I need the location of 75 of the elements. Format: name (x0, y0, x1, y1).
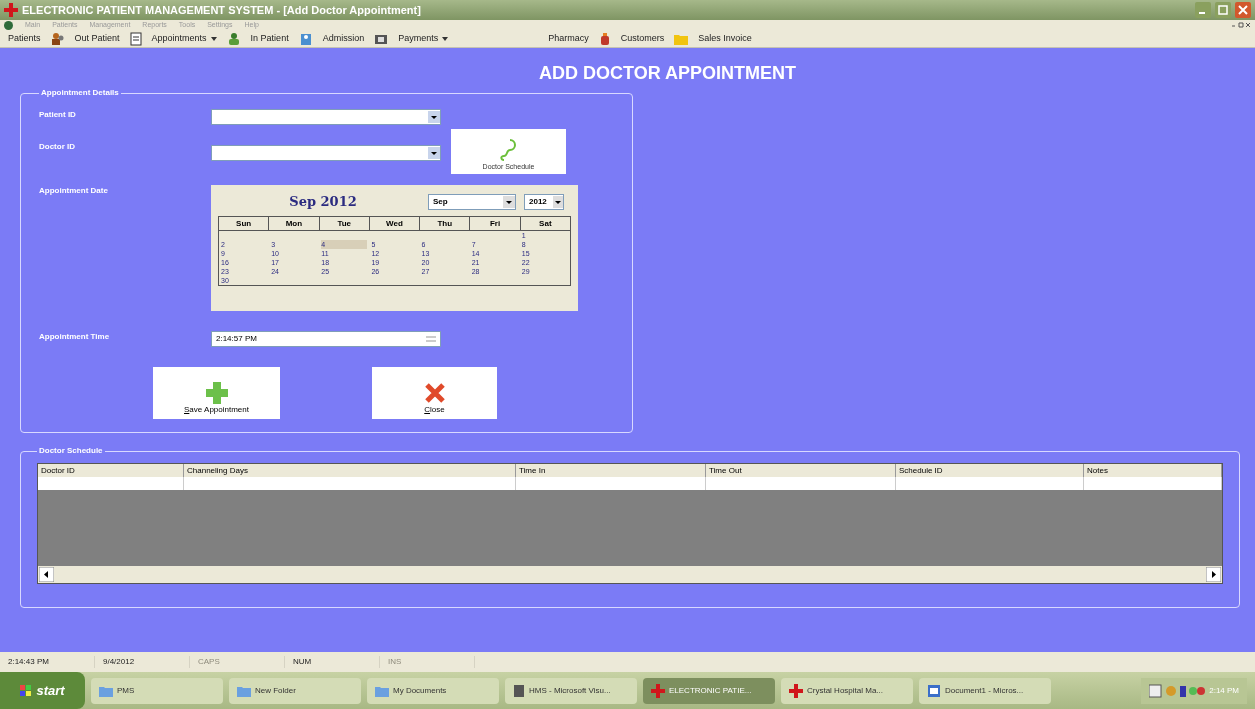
toolbar-button[interactable]: Out Patient (74, 31, 120, 46)
windows-logo-icon (20, 684, 33, 697)
weekday-header: Mon (268, 217, 319, 230)
close-icon (423, 382, 446, 404)
clock: 2:14 PM (1209, 684, 1239, 697)
status-panel: CAPS (190, 656, 285, 668)
status-panel: INS (380, 656, 475, 668)
app-icon (513, 683, 525, 698)
person-icon (226, 31, 241, 46)
doctor-id-dropdown[interactable] (211, 145, 441, 161)
field-label: Appointment Time (39, 331, 111, 343)
status-panel: 2:14:43 PM (0, 656, 95, 668)
stethoscope-icon (499, 137, 518, 162)
folder-icon (99, 684, 113, 697)
minimize-icon[interactable] (1195, 2, 1211, 18)
taskbar-button[interactable]: Document1 - Micros... (919, 677, 1051, 704)
field-label: Doctor ID (39, 141, 76, 153)
plus-icon (205, 382, 228, 404)
taskbar-button[interactable]: PMS (91, 677, 223, 704)
globe-icon (4, 20, 13, 30)
cross-icon (4, 3, 18, 17)
time-picker[interactable]: 2:14:57 PM (211, 331, 441, 347)
page-heading: ADD DOCTOR APPOINTMENT (539, 62, 796, 84)
toolbar-button[interactable]: In Patient (250, 31, 289, 46)
horizontal-scrollbar[interactable] (38, 566, 1222, 583)
mdi-controls-icon[interactable] (1231, 21, 1251, 29)
weekday-header: Thu (419, 217, 470, 230)
start-button[interactable]: start (0, 672, 85, 709)
toolbar-button[interactable]: Pharmacy (548, 31, 589, 46)
taskbar-button[interactable]: HMS - Microsoft Visu... (505, 677, 637, 704)
field-label: Appointment Date (39, 185, 109, 197)
patient-icon (298, 31, 313, 46)
group-title: Appointment Details (40, 87, 120, 99)
save-button[interactable]: Save Appointment (153, 367, 280, 419)
folder-icon (375, 684, 389, 697)
status-panel: 9/4/2012 (95, 656, 190, 668)
folder-icon (674, 32, 689, 45)
tray-icons-drawing (1149, 683, 1206, 698)
window-title: ELECTRONIC PATIENT MANAGEMENT SYSTEM - [Add Doctor Appointment] (22, 2, 421, 18)
caret-icon (442, 36, 449, 41)
weekday-header: Sun (235, 218, 253, 230)
taskbar-button[interactable]: ELECTRONIC PATIE... (643, 677, 775, 704)
year-dropdown[interactable]: 2012 (524, 194, 564, 210)
toolbar-button[interactable]: Customers (620, 31, 665, 46)
toolbar-button[interactable]: Appointments (151, 31, 217, 46)
calendar-title: Sep 2012 (288, 193, 358, 212)
cross-icon (789, 683, 803, 698)
weekday-header: Wed (368, 217, 420, 230)
folder-icon (237, 684, 251, 697)
toolbar-button[interactable]: Admission (322, 31, 365, 46)
toolbar-button[interactable]: Patients (8, 31, 41, 46)
toolbar-button[interactable]: Sales Invoice (698, 31, 752, 46)
caret-icon (210, 36, 217, 41)
weekday-header: Fri (469, 217, 520, 230)
field-label: Patient ID (39, 109, 77, 121)
patient-id-dropdown[interactable] (211, 109, 441, 125)
bottle-icon (598, 31, 611, 46)
group-title: Doctor Schedule (38, 445, 104, 457)
spinner-icon (426, 336, 436, 342)
toolbar-button[interactable]: Payments (398, 31, 449, 46)
status-panel: NUM (285, 656, 380, 668)
taskbar-button[interactable]: My Documents (367, 677, 499, 704)
weekday-header: Tue (318, 217, 369, 230)
cross-icon (651, 683, 665, 698)
month-dropdown[interactable]: Sep (428, 194, 516, 210)
scroll-right-icon[interactable] (1206, 567, 1221, 582)
weekday-header: Sat (519, 217, 570, 230)
taskbar-button[interactable]: Crystal Hospital Ma... (781, 677, 913, 704)
scroll-left-icon[interactable] (39, 567, 54, 582)
taskbar-button[interactable]: New Folder (229, 677, 361, 704)
people-icon (50, 31, 65, 46)
document-icon (129, 31, 142, 46)
close-button[interactable]: Close (372, 367, 497, 419)
document-icon (927, 683, 941, 698)
close-icon[interactable] (1235, 2, 1251, 18)
